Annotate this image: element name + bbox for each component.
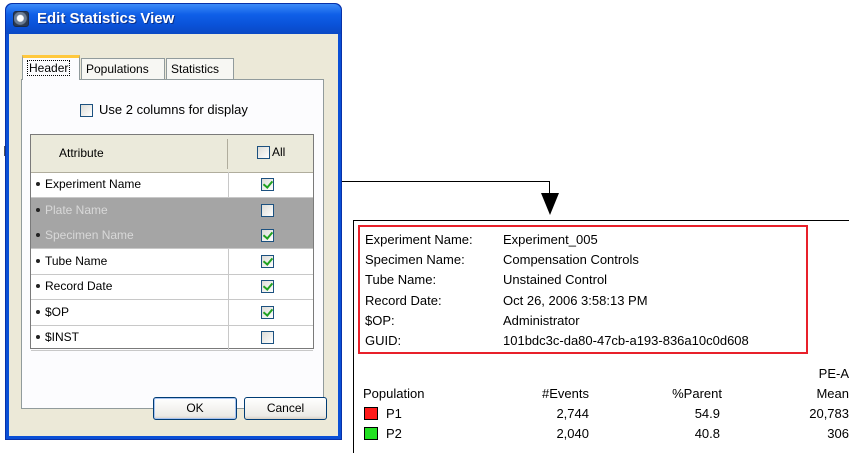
- column-header-attribute: Attribute: [59, 146, 104, 160]
- ok-button[interactable]: OK: [153, 397, 237, 420]
- use-two-columns-checkbox[interactable]: [80, 104, 93, 118]
- tab-statistics-label: Statistics: [171, 62, 220, 76]
- dialog-titlebar[interactable]: Edit Statistics View: [6, 4, 341, 34]
- header-field-key: Tube Name:: [365, 272, 437, 288]
- header-field-value: 101bdc3c-da80-47cb-a193-836a10c0d608: [503, 333, 749, 348]
- bullet-icon: [36, 258, 40, 263]
- column-header-mean: Mean: [816, 386, 849, 401]
- use-two-columns-option[interactable]: Use 2 columns for display: [80, 102, 248, 118]
- attribute-grid: Attribute All Experiment Name Plate Name S…: [30, 134, 314, 351]
- population-parent: 40.8: [694, 426, 720, 441]
- attribute-cell: Experiment Name: [31, 172, 229, 197]
- population-parent: 54.9: [694, 406, 720, 421]
- attribute-label: $OP: [45, 304, 70, 319]
- tab-header[interactable]: Header: [22, 55, 80, 80]
- grid-row[interactable]: Tube Name: [31, 248, 313, 275]
- include-checkbox[interactable]: [261, 254, 274, 268]
- population-events: 2,040: [556, 426, 589, 441]
- header-field-key: Experiment Name:: [365, 232, 473, 247]
- grid-row[interactable]: $OP: [31, 299, 313, 326]
- grid-row[interactable]: Plate Name: [31, 197, 313, 224]
- header-field-key: Record Date:: [365, 292, 442, 308]
- population-name: P1: [386, 406, 402, 421]
- bullet-icon: [36, 309, 40, 314]
- header-field-key: Specimen Name:: [365, 252, 465, 268]
- header-field-value: Unstained Control: [503, 272, 608, 288]
- grid-row[interactable]: $INST: [31, 325, 313, 351]
- column-header-pe-a: PE-A: [818, 366, 849, 381]
- header-field-value: Administrator: [503, 312, 580, 328]
- include-cell: [228, 249, 313, 274]
- include-checkbox[interactable]: [261, 280, 274, 293]
- include-checkbox[interactable]: [261, 305, 274, 319]
- select-all-checkbox[interactable]: [257, 146, 270, 160]
- dialog-title: Edit Statistics View: [37, 10, 175, 27]
- include-checkbox[interactable]: [261, 178, 274, 191]
- attribute-label: $INST: [45, 330, 80, 344]
- population-mean: 306: [827, 426, 849, 441]
- include-cell: [228, 223, 313, 248]
- column-separator: [227, 139, 228, 169]
- attribute-label: Record Date: [45, 279, 113, 293]
- attribute-label: Experiment Name: [45, 177, 142, 191]
- population-color-swatch: [364, 407, 378, 420]
- attribute-label: Specimen Name: [45, 228, 134, 242]
- tab-statistics[interactable]: Statistics: [166, 58, 234, 79]
- header-field-value: Compensation Controls: [503, 252, 639, 268]
- connector-arrow-icon: [541, 193, 559, 215]
- include-cell: [228, 274, 313, 299]
- population-color-swatch: [364, 427, 378, 440]
- attribute-cell: Plate Name: [31, 197, 229, 223]
- include-cell: [228, 197, 313, 223]
- bullet-icon: [36, 233, 40, 237]
- grid-row[interactable]: Experiment Name: [31, 172, 313, 198]
- attribute-cell: $INST: [31, 325, 229, 350]
- include-checkbox[interactable]: [261, 229, 274, 242]
- app-icon: [13, 11, 29, 27]
- attribute-label: Tube Name: [45, 253, 108, 268]
- attribute-cell: Tube Name: [31, 248, 229, 274]
- column-header-events: #Events: [542, 386, 589, 401]
- attribute-cell: Specimen Name: [31, 223, 229, 248]
- include-checkbox[interactable]: [261, 203, 274, 217]
- tab-populations-label: Populations: [86, 62, 149, 76]
- attribute-label: Plate Name: [45, 202, 108, 217]
- header-field-key: $OP:: [365, 312, 395, 328]
- bullet-icon: [36, 207, 40, 212]
- grid-row[interactable]: Specimen Name: [31, 223, 313, 249]
- grid-row[interactable]: Record Date: [31, 274, 313, 300]
- edge-tick-mark: [4, 146, 5, 156]
- population-name: P2: [386, 426, 402, 441]
- column-header-parent: %Parent: [672, 386, 722, 401]
- select-all-label: All: [272, 145, 286, 159]
- grid-header: Attribute All: [31, 135, 313, 173]
- header-field-value: Oct 26, 2006 3:58:13 PM: [503, 292, 648, 308]
- column-header-all[interactable]: All: [257, 145, 286, 160]
- population-events: 2,744: [556, 406, 589, 421]
- cancel-button[interactable]: Cancel: [244, 397, 327, 420]
- include-checkbox[interactable]: [261, 331, 274, 344]
- tab-header-label: Header: [27, 60, 71, 76]
- connector-line: [342, 181, 550, 182]
- include-cell: [228, 172, 313, 197]
- attribute-cell: $OP: [31, 299, 229, 325]
- attribute-cell: Record Date: [31, 274, 229, 299]
- population-mean: 20,783: [809, 406, 849, 421]
- use-two-columns-label: Use 2 columns for display: [99, 102, 248, 117]
- include-cell: [228, 300, 313, 325]
- include-cell: [228, 325, 313, 350]
- column-header-population: Population: [363, 386, 425, 401]
- bullet-icon: [36, 335, 40, 339]
- tab-populations[interactable]: Populations: [81, 58, 165, 79]
- header-field-value: Experiment_005: [503, 232, 598, 247]
- bullet-icon: [36, 182, 40, 186]
- bullet-icon: [36, 284, 40, 288]
- header-field-key: GUID:: [365, 333, 402, 348]
